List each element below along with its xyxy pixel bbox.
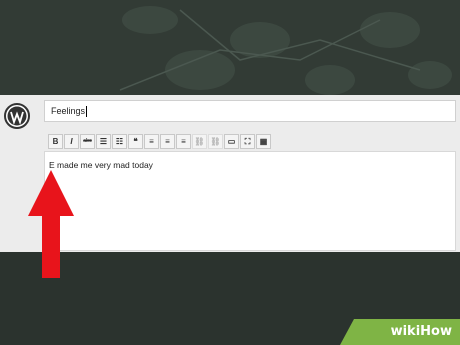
more-tag-icon[interactable]: ▭ — [224, 134, 239, 149]
bullet-list-icon[interactable]: ☰ — [96, 134, 111, 149]
kitchen-sink-icon[interactable]: ▦ — [256, 134, 271, 149]
wikihow-watermark: wikiHow — [391, 324, 452, 339]
post-content-editor[interactable]: E made me very mad today — [44, 151, 456, 251]
red-pointer-arrow-icon — [28, 170, 74, 278]
post-title-value: Feelings — [51, 106, 86, 116]
text-caret — [86, 106, 88, 118]
unlink-icon[interactable]: ⛓ — [208, 134, 223, 149]
strikethrough-icon[interactable]: abc — [80, 134, 95, 149]
wikihow-how: How — [420, 324, 452, 339]
fullscreen-icon[interactable]: ⛶ — [240, 134, 255, 149]
post-content-text: E made me very mad today — [49, 160, 153, 170]
italic-icon[interactable]: I — [64, 134, 79, 149]
align-left-icon[interactable]: ≡ — [144, 134, 159, 149]
numbered-list-icon[interactable]: ☷ — [112, 134, 127, 149]
post-title-input[interactable]: Feelings — [44, 100, 456, 122]
wikihow-wiki: wiki — [390, 324, 421, 339]
align-center-icon[interactable]: ≡ — [160, 134, 175, 149]
background-photo-top — [0, 0, 460, 95]
formatting-toolbar: B Iabc ☰ ☷ ❝ ≡ ≡ ≡ ⛓ ⛓ ▭ ⛶ ▦ — [48, 134, 271, 150]
wordpress-logo-icon — [4, 103, 30, 129]
blockquote-icon[interactable]: ❝ — [128, 134, 143, 149]
bold-icon[interactable]: B — [48, 134, 63, 149]
align-right-icon[interactable]: ≡ — [176, 134, 191, 149]
leaf-pattern — [119, 6, 452, 95]
link-icon[interactable]: ⛓ — [192, 134, 207, 149]
